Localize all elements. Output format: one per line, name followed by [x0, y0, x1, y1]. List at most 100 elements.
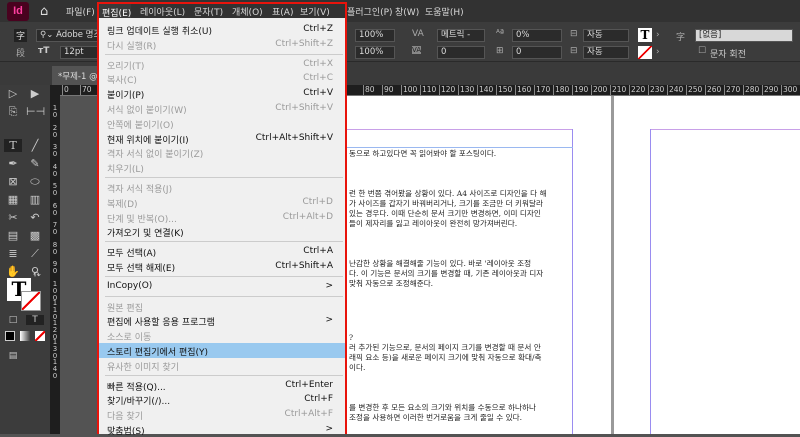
menu-item-label: 안쪽에 붙이기(O)	[107, 120, 174, 131]
menu-item[interactable]: 현재 위치에 붙이기(I) Ctrl+Alt+Shift+V	[99, 131, 345, 146]
gradient-feather-tool-icon[interactable]: ▩	[26, 229, 44, 242]
menu-item-label: 편집에 사용할 응용 프로그램	[107, 318, 215, 329]
text-line[interactable]: 이다.	[349, 362, 573, 373]
page-tool-icon[interactable]: ⎘	[4, 105, 22, 119]
edit-menu-dropdown: 편집(E) 링크 업데이트 실행 취소(U) Ctrl+Z 다시 실행(R) Ctrl…	[97, 2, 347, 437]
ruler-label: 170	[534, 85, 551, 95]
ruler-label: 7 0	[52, 221, 58, 236]
menu-item: 오리기(T) Ctrl+X	[99, 57, 345, 72]
swap-colors-icon[interactable]: ↷	[28, 271, 46, 281]
text-line[interactable]: 맞춰 자동으로 조정해준다.	[349, 278, 573, 289]
menu-item-label: 단계 및 반복(O)...	[107, 214, 177, 225]
ellipse-tool-icon[interactable]: ⬭	[26, 175, 44, 189]
type-tool-icon[interactable]: T	[4, 139, 22, 152]
ruler-label: 260	[705, 85, 722, 95]
menu-item-label: 복제(D)	[107, 199, 138, 210]
text-fill-icon[interactable]: T	[638, 28, 652, 42]
menu-item[interactable]: 찾기/바꾸기(/)... Ctrl+F	[99, 392, 345, 407]
grid-leading-field[interactable]: 자동	[583, 46, 629, 59]
chevron-right-icon[interactable]: ›	[656, 30, 660, 40]
tracking-field[interactable]: 0	[437, 46, 485, 59]
menu-item-shortcut: Ctrl+Shift+A	[275, 260, 333, 271]
rectangle-frame-tool-icon[interactable]: ⊠	[4, 175, 22, 188]
menu-item[interactable]: 링크 업데이트 실행 취소(U) Ctrl+Z	[99, 22, 345, 37]
eyedropper-tool-icon[interactable]: ⟋	[26, 247, 44, 261]
chevron-right-icon[interactable]: ›	[656, 47, 660, 57]
character-style-icon: 字	[676, 33, 686, 43]
menu-item[interactable]: 가져오기 및 연결(K)	[99, 224, 345, 239]
ruler-label: 120	[439, 85, 456, 95]
character-style-field[interactable]: [없음]	[695, 29, 793, 42]
menu-item[interactable]: 붙이기(P) Ctrl+V	[99, 86, 345, 101]
menu-edit[interactable]: 편집(E)	[99, 4, 131, 19]
horizontal-scale-field[interactable]: 100%	[355, 46, 395, 59]
ruler-label: 1 1 0	[52, 299, 58, 321]
ruler-label: 270	[724, 85, 741, 95]
no-stroke-icon[interactable]	[638, 46, 652, 59]
ruler-label: 210	[610, 85, 627, 95]
baseline-shift-field[interactable]: 0%	[512, 29, 562, 42]
line-tool-icon[interactable]: ╱	[26, 139, 44, 152]
rotate-tool-icon[interactable]: ↶	[26, 211, 44, 224]
gradient-tool-icon[interactable]: ▤	[4, 229, 22, 242]
selection-tool-icon[interactable]: ▷	[4, 87, 22, 100]
menu-item[interactable]: 빠른 적용(Q)... Ctrl+Enter	[99, 378, 345, 393]
formatting-text-icon[interactable]: T	[26, 315, 44, 325]
pencil-tool-icon[interactable]: ✎	[26, 157, 44, 170]
menu-item: 안쪽에 붙이기(O)	[99, 116, 345, 131]
menu-item[interactable]: 모두 선택 해제(E) Ctrl+Shift+A	[99, 259, 345, 274]
text-line[interactable]: 조정을 사용하면 이러한 번거로움을 크게 줄일 수 있다.	[349, 412, 573, 423]
text-line[interactable]: 들이 제자리를 잃고 레이아웃이 완전히 망가져버린다.	[349, 218, 573, 229]
menu-item-label: 모두 선택(A)	[107, 249, 157, 260]
skew-field[interactable]: 0	[512, 46, 562, 59]
menu-item-shortcut: Ctrl+Shift+Z	[275, 38, 333, 49]
menu-item-shortcut: Ctrl+F	[304, 394, 333, 405]
ruler-label: 9 0	[52, 260, 58, 275]
gap-tool-icon[interactable]: ⊢⊣	[26, 105, 45, 118]
character-mode-icon[interactable]: 字	[14, 29, 28, 42]
apply-gradient-icon[interactable]	[20, 331, 30, 341]
font-size-field[interactable]: 12pt	[60, 46, 98, 59]
paragraph-mode-icon[interactable]: 段	[16, 46, 25, 59]
ruler-label: 130	[458, 85, 475, 95]
grid-tool-icon[interactable]: ▥	[26, 193, 44, 206]
pen-tool-icon[interactable]: ✒	[4, 157, 22, 170]
ruler-label: 230	[648, 85, 665, 95]
scissors-tool-icon[interactable]: ✂	[4, 211, 22, 224]
direct-selection-tool-icon[interactable]: ▶	[26, 87, 44, 100]
menu-window[interactable]: 창(W)	[395, 5, 419, 18]
vertical-scale-field[interactable]: 100%	[355, 29, 395, 42]
menu-item[interactable]: 편집에 사용할 응용 프로그램 >	[99, 313, 345, 328]
menu-help[interactable]: 도움말(H)	[425, 5, 464, 18]
menu-item[interactable]: InCopy(O) >	[99, 279, 345, 294]
kerning-icon: VA	[412, 29, 424, 39]
ruler-label: 280	[743, 85, 760, 95]
margin-guide	[650, 129, 651, 434]
screen-mode-icon[interactable]: ▤	[4, 351, 22, 361]
apply-color-icon[interactable]	[5, 331, 15, 341]
menu-item-shortcut: Ctrl+Alt+Shift+V	[255, 132, 333, 143]
apply-none-icon[interactable]	[35, 331, 45, 341]
ruler-label: 100	[401, 85, 418, 95]
menu-plugins[interactable]: 플러그인(P)	[347, 5, 393, 18]
menu-item-label: 다시 실행(R)	[107, 41, 157, 52]
note-tool-icon[interactable]: ≣	[4, 247, 22, 260]
table-tool-icon[interactable]: ▦	[4, 193, 22, 206]
text-line[interactable]: ?	[349, 333, 573, 342]
menu-file[interactable]: 파일(F)	[66, 5, 95, 18]
leading-field[interactable]: 자동	[583, 29, 629, 42]
menu-item[interactable]: 맞춤법(S) >	[99, 422, 345, 437]
menu-item[interactable]: 모두 선택(A) Ctrl+A	[99, 244, 345, 259]
rotate-checkbox[interactable]: ☐	[698, 46, 706, 56]
font-family-field[interactable]: ⚲⌄ Adobe 명조	[36, 29, 101, 42]
ruler-label: 80	[363, 85, 375, 95]
menu-item: 원본 편집	[99, 299, 345, 314]
formatting-container-icon[interactable]: □	[4, 315, 22, 325]
text-line[interactable]: 동으로 하고있다면 꼭 읽어봐야 할 포스팅이다.	[349, 148, 573, 159]
stroke-swatch-icon[interactable]	[21, 291, 41, 311]
menu-item[interactable]: 스토리 편집기에서 편집(Y)	[99, 342, 345, 358]
menu-item-label: 링크 업데이트 실행 취소(U)	[107, 27, 212, 37]
kerning-field[interactable]: 메트릭 -	[437, 29, 485, 42]
baseline-shift-icon: ᴬª	[496, 29, 505, 39]
home-icon[interactable]: ⌂	[40, 4, 48, 19]
